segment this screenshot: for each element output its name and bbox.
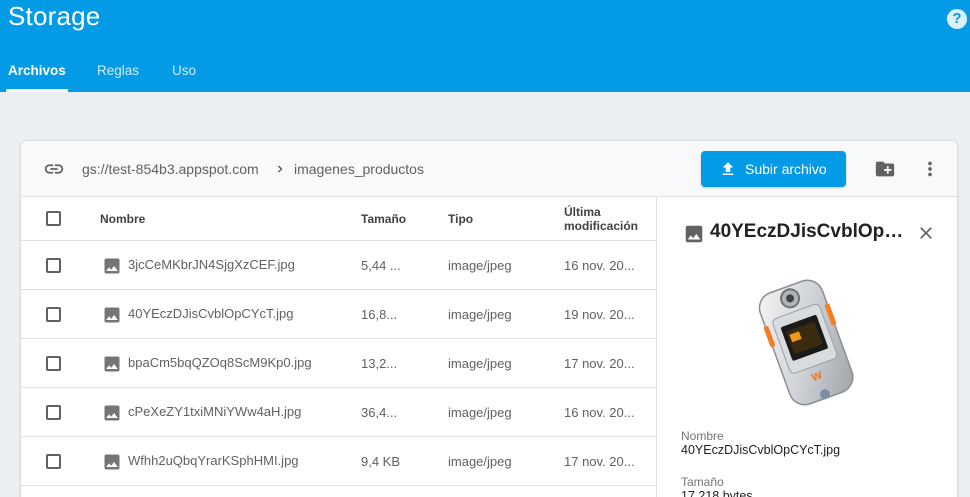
file-type: image/jpeg (448, 356, 512, 371)
file-modified: 17 nov. 20... (564, 454, 635, 469)
file-type: image/jpeg (448, 454, 512, 469)
file-modified: 17 nov. 20... (564, 356, 635, 371)
image-icon (104, 356, 120, 372)
close-icon[interactable] (916, 223, 936, 243)
app-title: Storage (8, 1, 101, 31)
file-size: 16,8... (361, 307, 398, 322)
breadcrumb-bucket[interactable]: gs://test-854b3.appspot.com (82, 161, 259, 177)
link-icon (44, 164, 64, 174)
details-title: 40YEczDJisCvblOpC... (710, 221, 912, 242)
table-row[interactable]: bpaCm5bqQZOq8ScM9Kp0.jpg 13,2... image/j… (21, 339, 656, 388)
help-icon[interactable]: ? (947, 9, 967, 29)
file-name: 3jcCeMKbrJN4SjgXzCEF.jpg (128, 257, 295, 272)
column-modified-header-line1: Última (564, 205, 601, 219)
column-size-header[interactable]: Tamaño (361, 212, 406, 226)
table-row[interactable]: 40YEczDJisCvblOpCYcT.jpg 16,8... image/j… (21, 290, 656, 339)
column-type-header[interactable]: Tipo (448, 212, 473, 226)
row-checkbox[interactable] (46, 405, 61, 420)
file-size: 13,2... (361, 356, 398, 371)
browser-toolbar: gs://test-854b3.appspot.com imagenes_pro… (21, 141, 957, 197)
file-table: Nombre Tamaño Tipo Última modificación 3… (21, 197, 657, 497)
row-checkbox[interactable] (46, 307, 61, 322)
row-checkbox[interactable] (46, 454, 61, 469)
file-type: image/jpeg (448, 307, 512, 322)
file-modified: 16 nov. 20... (564, 405, 635, 420)
file-modified: 19 nov. 20... (564, 307, 635, 322)
size-label: Tamaño (681, 475, 724, 489)
row-checkbox[interactable] (46, 356, 61, 371)
column-modified-header[interactable]: Última modificación (564, 205, 638, 233)
file-type: image/jpeg (448, 258, 512, 273)
file-name: Wfhh2uQbqYrarKSphHMI.jpg (128, 453, 299, 468)
image-icon (104, 307, 120, 323)
name-label: Nombre (681, 429, 724, 443)
file-details-panel: 40YEczDJisCvblOpC... W Nombre 40YEczDJis… (658, 197, 957, 497)
more-vert-icon[interactable] (919, 158, 941, 180)
tab-bar: Archivos Reglas Uso (0, 54, 212, 92)
row-checkbox[interactable] (46, 258, 61, 273)
file-name: cPeXeZY1txiMNiYWw4aH.jpg (128, 404, 302, 419)
column-modified-header-line2: modificación (564, 219, 639, 233)
file-type: image/jpeg (448, 405, 512, 420)
file-size: 5,44 ... (361, 258, 401, 273)
file-size: 36,4... (361, 405, 398, 420)
image-icon (104, 258, 120, 274)
breadcrumb-folder[interactable]: imagenes_productos (294, 161, 424, 177)
table-row[interactable]: cPeXeZY1txiMNiYWw4aH.jpg 36,4... image/j… (21, 388, 656, 437)
size-value: 17.218 bytes (681, 489, 753, 497)
tab-archivos[interactable]: Archivos (6, 54, 74, 92)
phone-photo: W (758, 279, 854, 406)
name-value: 40YEczDJisCvblOpCYcT.jpg (681, 443, 841, 457)
table-row[interactable]: 3jcCeMKbrJN4SjgXzCEF.jpg 5,44 ... image/… (21, 241, 656, 290)
select-all-checkbox[interactable] (46, 211, 61, 226)
file-modified: 16 nov. 20... (564, 258, 635, 273)
file-preview-image: W (746, 269, 868, 409)
upload-file-button[interactable]: Subir archivo (701, 151, 846, 187)
upload-icon (722, 162, 734, 175)
table-row[interactable]: Wfhh2uQbqYrarKSphHMI.jpg 9,4 KB image/jp… (21, 437, 656, 486)
column-name-header[interactable]: Nombre (100, 212, 145, 226)
table-header: Nombre Tamaño Tipo Última modificación (21, 197, 656, 241)
app-bar: Storage ? Archivos Reglas Uso (0, 0, 970, 92)
file-size: 9,4 KB (361, 454, 401, 469)
chevron-right-icon (278, 165, 283, 173)
file-name: bpaCm5bqQZOq8ScM9Kp0.jpg (128, 355, 312, 370)
image-icon (104, 405, 120, 421)
tab-uso[interactable]: Uso (172, 54, 212, 92)
file-name: 40YEczDJisCvblOpCYcT.jpg (128, 306, 294, 321)
image-icon (104, 454, 120, 470)
image-icon (685, 225, 703, 243)
folder-add-icon[interactable] (874, 158, 896, 180)
tab-reglas[interactable]: Reglas (97, 54, 149, 92)
upload-button-label: Subir archivo (745, 161, 827, 177)
storage-browser-card: gs://test-854b3.appspot.com imagenes_pro… (20, 140, 958, 497)
